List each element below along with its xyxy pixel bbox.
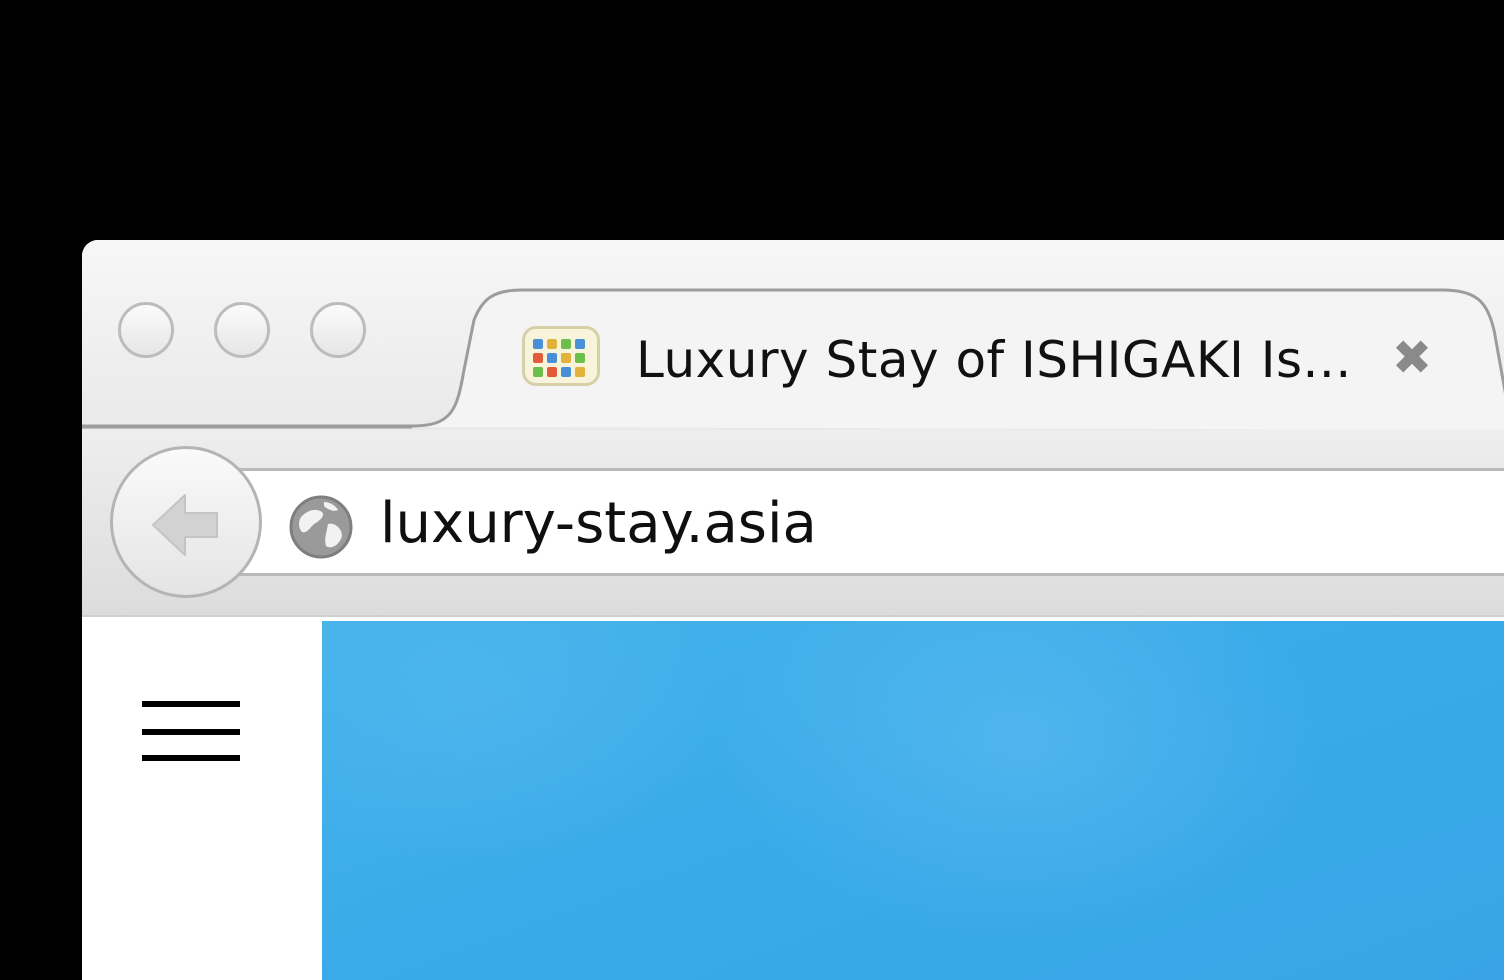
back-button[interactable] <box>110 446 262 598</box>
globe-icon <box>289 495 353 559</box>
hamburger-menu-icon[interactable] <box>142 699 242 765</box>
tab-strip: Luxury Stay of ISHIGAKI Is... ✖ <box>82 240 1504 430</box>
tab-close-icon[interactable]: ✖ <box>1388 334 1436 382</box>
browser-window: Luxury Stay of ISHIGAKI Is... ✖ luxury-s… <box>82 240 1504 980</box>
tab-title[interactable]: Luxury Stay of ISHIGAKI Is... <box>636 330 1352 390</box>
page-content <box>82 615 1504 980</box>
url-text[interactable]: luxury-stay.asia <box>380 490 817 558</box>
site-favicon-icon <box>522 326 600 386</box>
hero-sky-image <box>322 621 1504 980</box>
back-arrow-icon <box>152 494 218 556</box>
navigation-toolbar: luxury-stay.asia <box>82 430 1504 615</box>
